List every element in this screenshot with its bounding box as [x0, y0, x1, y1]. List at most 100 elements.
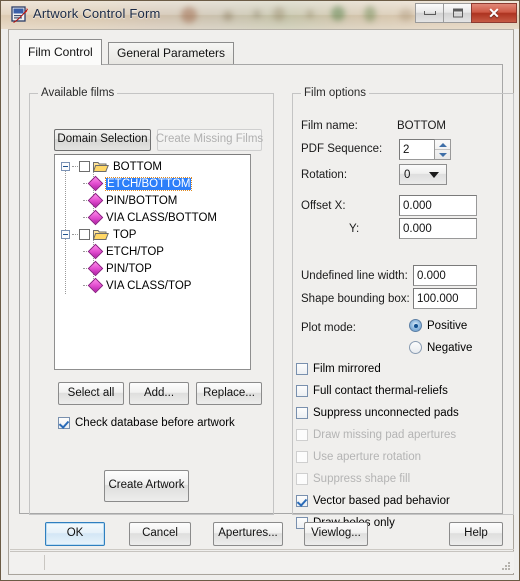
draw-missing-pad-apertures-label: Draw missing pad apertures — [313, 429, 457, 441]
add-button[interactable]: Add... — [129, 382, 189, 405]
select-all-label: Select all — [67, 386, 115, 399]
vector-based-pad-behavior-label: Vector based pad behavior — [313, 495, 450, 507]
tree-connector — [72, 234, 78, 235]
offset-x-input[interactable]: 0.000 — [399, 195, 477, 216]
vector-based-pad-behavior-checkbox[interactable]: Vector based pad behavior — [296, 495, 450, 507]
tree-item-film[interactable]: ETCH/TOP — [55, 243, 250, 260]
window-title: Artwork Control Form — [33, 6, 161, 21]
close-icon: ✕ — [488, 5, 500, 21]
undefined-line-width-label: Undefined line width: — [301, 270, 408, 282]
tree-item-film[interactable]: ETCH/BOTTOM — [55, 175, 250, 192]
film-icon — [87, 277, 104, 294]
titlebar-blur-artifact — [223, 11, 233, 21]
titlebar-blur-artifact — [181, 7, 197, 23]
tab-general-parameters[interactable]: General Parameters — [108, 42, 235, 64]
folder-open-icon — [92, 228, 109, 241]
rotation-label: Rotation: — [301, 169, 348, 181]
tab-film-control[interactable]: Film Control — [19, 39, 102, 65]
film-icon — [87, 243, 104, 260]
suppress-unconnected-pads-label: Suppress unconnected pads — [313, 407, 459, 419]
offset-y-input[interactable]: 0.000 — [399, 218, 477, 239]
viewlog-label: Viewlog... — [311, 527, 361, 540]
shape-bounding-box-value: 100.000 — [417, 292, 459, 305]
folder-open-icon — [92, 160, 109, 173]
titlebar-blur-artifact — [306, 10, 314, 18]
tree-item-film[interactable]: PIN/BOTTOM — [55, 192, 250, 209]
artwork-form-icon — [11, 6, 28, 23]
suppress-shape-fill-checkbox: Suppress shape fill — [296, 473, 410, 485]
client-area: Film Control General Parameters Availabl… — [8, 29, 514, 575]
tree-item-film[interactable]: VIA CLASS/BOTTOM — [55, 209, 250, 226]
create-artwork-button[interactable]: Create Artwork — [104, 470, 189, 502]
titlebar-blur-artifact — [253, 10, 261, 18]
shape-bounding-box-input[interactable]: 100.000 — [413, 288, 477, 309]
minimize-icon — [423, 11, 436, 15]
domain-selection-button[interactable]: Domain Selection — [54, 129, 151, 151]
check-database-before-artwork-label: Check database before artwork — [75, 417, 235, 429]
offset-x-value: 0.000 — [403, 199, 432, 212]
minimize-button[interactable] — [415, 3, 444, 23]
apertures-label: Apertures... — [218, 527, 278, 540]
cancel-label: Cancel — [142, 527, 178, 540]
tree-item-checkbox[interactable] — [79, 161, 90, 172]
help-button[interactable]: Help — [449, 522, 503, 546]
film-mirrored-label: Film mirrored — [313, 363, 381, 375]
stepper-up-icon[interactable] — [435, 140, 450, 149]
full-contact-thermal-reliefs-label: Full contact thermal-reliefs — [313, 385, 448, 397]
tree-item-checkbox[interactable] — [79, 229, 90, 240]
checkbox-box — [296, 495, 308, 507]
offset-y-label: Y: — [349, 223, 360, 235]
film-mirrored-checkbox[interactable]: Film mirrored — [296, 363, 381, 375]
titlebar-blur-artifact — [331, 6, 345, 21]
collapse-icon[interactable] — [61, 230, 70, 239]
help-label: Help — [464, 527, 488, 540]
tree-item-folder[interactable]: TOP — [55, 226, 250, 243]
plot-mode-positive-radio[interactable]: Positive — [409, 319, 467, 332]
collapse-icon[interactable] — [61, 162, 70, 171]
pdf-sequence-stepper[interactable] — [435, 139, 451, 160]
rotation-dropdown[interactable]: 0 — [399, 164, 447, 185]
tree-item-film[interactable]: VIA CLASS/TOP — [55, 277, 250, 294]
checkbox-box — [296, 363, 308, 375]
create-missing-films-label: Create Missing Films — [155, 133, 264, 146]
close-button[interactable]: ✕ — [471, 3, 517, 23]
viewlog-button[interactable]: Viewlog... — [304, 522, 368, 546]
maximize-button[interactable] — [443, 3, 472, 23]
available-films-group-label: Available films — [38, 87, 118, 99]
full-contact-thermal-reliefs-checkbox[interactable]: Full contact thermal-reliefs — [296, 385, 448, 397]
stepper-down-icon[interactable] — [435, 149, 450, 159]
tree-item-film[interactable]: PIN/TOP — [55, 260, 250, 277]
artwork-control-form-window: Artwork Control Form ✕ Film Control Gene… — [0, 0, 520, 581]
ok-button[interactable]: OK — [45, 522, 105, 546]
tree-item-folder[interactable]: BOTTOM — [55, 158, 250, 175]
rotation-value: 0 — [404, 168, 411, 181]
pdf-sequence-input[interactable]: 2 — [399, 139, 435, 160]
apertures-button[interactable]: Apertures... — [213, 522, 283, 546]
available-films-tree[interactable]: BOTTOM ETCH/BOTTOM PIN/BOTTOM VIA CLASS/… — [54, 154, 251, 370]
create-missing-films-button: Create Missing Films — [155, 129, 264, 151]
cancel-button[interactable]: Cancel — [129, 522, 191, 546]
maximize-icon — [452, 8, 463, 18]
select-all-button[interactable]: Select all — [58, 382, 124, 405]
titlebar-blur-artifact — [399, 9, 413, 21]
checkbox-box — [296, 473, 308, 485]
checkbox-box — [296, 407, 308, 419]
tab-general-parameters-label: General Parameters — [117, 46, 226, 60]
checkbox-box — [296, 451, 308, 463]
plot-mode-negative-radio[interactable]: Negative — [409, 341, 472, 354]
suppress-unconnected-pads-checkbox[interactable]: Suppress unconnected pads — [296, 407, 459, 419]
pdf-sequence-label: PDF Sequence: — [301, 143, 383, 155]
undefined-line-width-input[interactable]: 0.000 — [413, 265, 477, 286]
replace-button[interactable]: Replace... — [196, 382, 262, 405]
titlebar-blur-artifact — [364, 6, 376, 22]
resize-grip-icon[interactable] — [500, 560, 510, 570]
check-database-before-artwork-checkbox[interactable]: Check database before artwork — [58, 417, 235, 429]
offset-x-label: Offset X: — [301, 200, 346, 212]
window-controls: ✕ — [415, 3, 517, 24]
tree-item-label: VIA CLASS/BOTTOM — [106, 211, 217, 224]
draw-missing-pad-apertures-checkbox: Draw missing pad apertures — [296, 429, 456, 441]
suppress-shape-fill-label: Suppress shape fill — [313, 473, 411, 485]
checkbox-box — [296, 429, 308, 441]
titlebar-blur-artifact — [273, 7, 285, 21]
tree-item-label: TOP — [113, 228, 137, 241]
